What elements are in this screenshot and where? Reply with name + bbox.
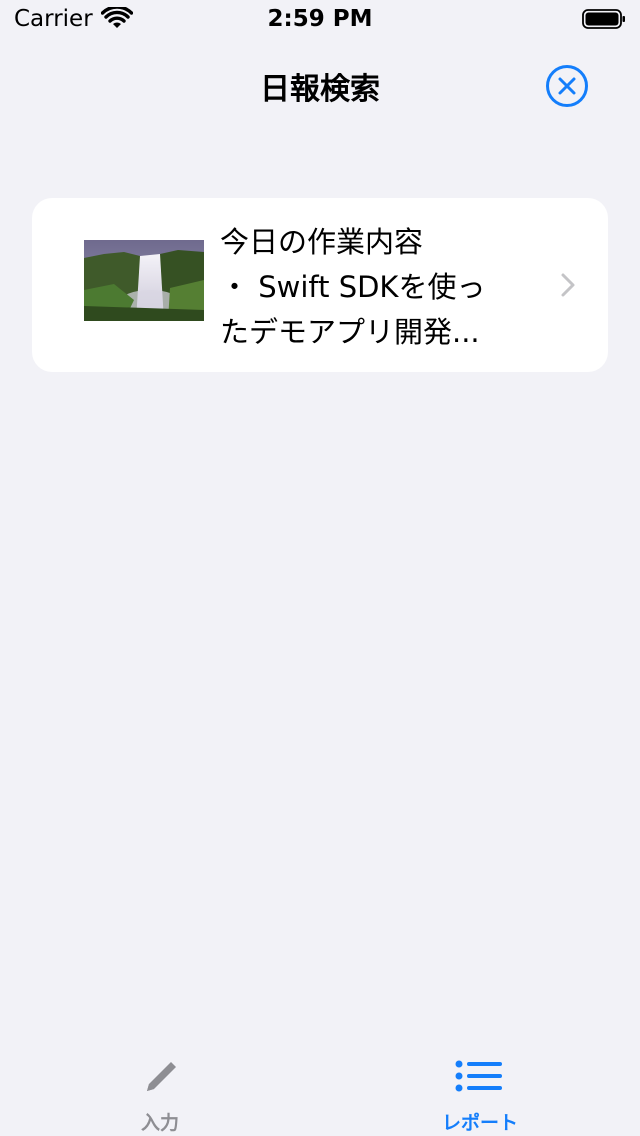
- status-bar: Carrier 2:59 PM: [0, 0, 640, 40]
- close-circle-icon[interactable]: [545, 64, 589, 108]
- waterfall-thumbnail: [84, 240, 204, 321]
- page-title: 日報検索: [260, 72, 380, 107]
- tab-bar: 入力 レポート: [0, 1038, 640, 1136]
- battery-icon: [582, 9, 625, 29]
- pencil-icon: [147, 1062, 176, 1091]
- status-time: 2:59 PM: [267, 6, 373, 32]
- report-list-item[interactable]: 今日の作業内容 ・ Swift SDKを使っ たデモアプリ開発...: [32, 198, 608, 372]
- chevron-right-icon: [561, 273, 575, 297]
- list-icon: [455, 1060, 502, 1092]
- tab-input-label: 入力: [140, 1112, 179, 1134]
- tab-input[interactable]: 入力: [0, 1038, 320, 1136]
- tab-report-label: レポート: [441, 1112, 518, 1134]
- tab-report[interactable]: レポート: [320, 1038, 640, 1136]
- report-summary-text: 今日の作業内容 ・ Swift SDKを使っ たデモアプリ開発...: [220, 225, 486, 349]
